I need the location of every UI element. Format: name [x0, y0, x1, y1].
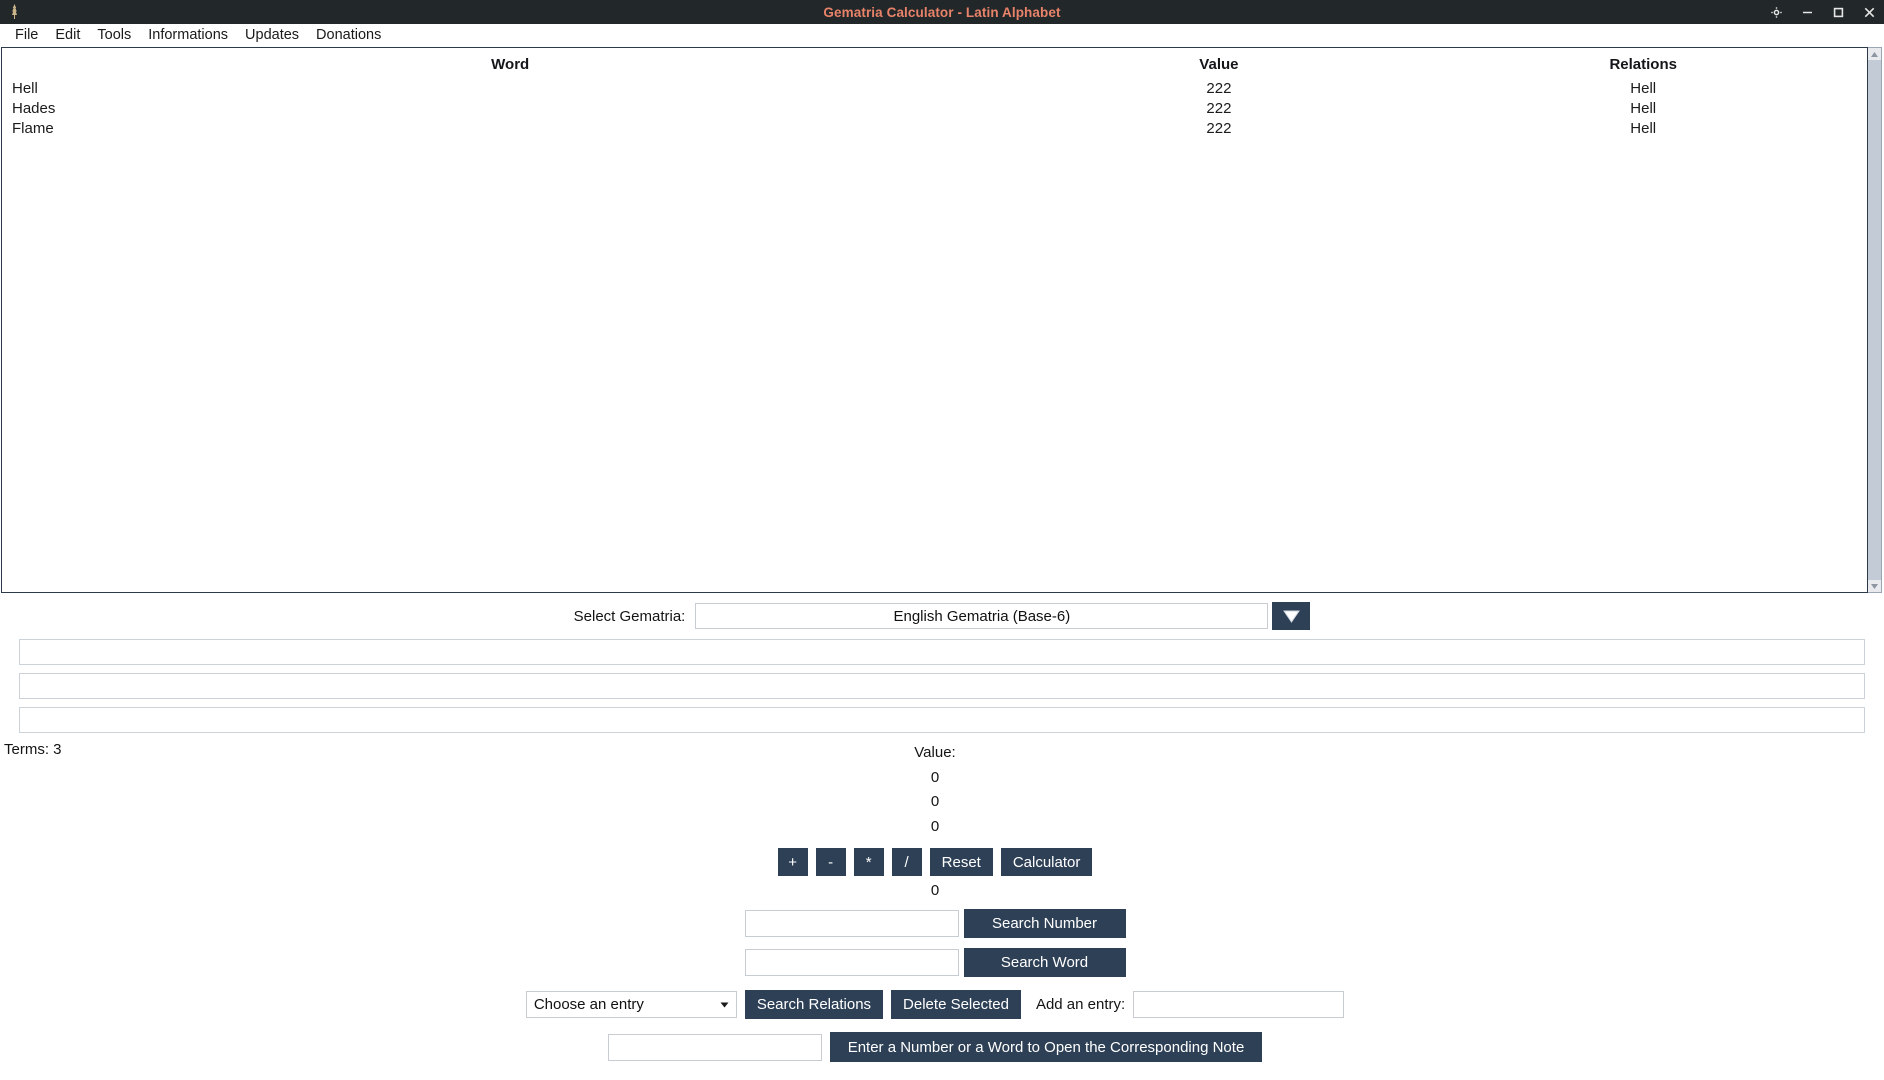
value-row-2: 0 — [930, 793, 940, 810]
app-feather-icon — [6, 3, 23, 20]
note-row: Enter a Number or a Word to Open the Cor… — [0, 1032, 1877, 1062]
multiply-button[interactable]: * — [853, 848, 884, 876]
scroll-down-icon[interactable] — [1868, 580, 1881, 592]
value-header: Value: — [914, 744, 956, 761]
cell-word: Hades — [12, 100, 56, 117]
expression-fields — [19, 639, 1865, 733]
cell-value: 222 — [1206, 80, 1232, 97]
add-entry-label: Add an entry: — [1035, 996, 1126, 1013]
results-scrollbar[interactable] — [1868, 47, 1882, 593]
value-row-3: 0 — [930, 817, 940, 835]
search-word-input[interactable] — [744, 949, 959, 976]
table-body: Hell 222 Hell Hades 222 Hell Flame 222 H… — [2, 79, 1867, 139]
open-note-button[interactable]: Enter a Number or a Word to Open the Cor… — [829, 1032, 1263, 1062]
settings-icon[interactable] — [1770, 6, 1783, 19]
divide-button[interactable]: / — [891, 848, 922, 876]
entry-row: Choose an entry Search Relations Delete … — [0, 990, 1877, 1019]
table-row[interactable]: Hades 222 Hell — [2, 99, 1867, 119]
value-row-1: 0 — [930, 768, 940, 786]
cell-value: 222 — [1206, 120, 1232, 137]
expression-field-3[interactable] — [19, 707, 1865, 733]
summary-block: Terms: 3 Value: 0 0 0 — [0, 741, 1884, 849]
triangle-down-icon[interactable] — [1272, 602, 1311, 630]
plus-button[interactable]: + — [777, 848, 808, 876]
delete-selected-button[interactable]: Delete Selected — [891, 990, 1021, 1019]
cell-relations: Hell — [1630, 120, 1657, 137]
add-entry-input[interactable] — [1133, 991, 1345, 1018]
choose-entry-value: Choose an entry — [533, 996, 644, 1013]
search-number-input[interactable] — [744, 910, 959, 937]
expression-field-2[interactable] — [19, 673, 1865, 699]
calculator-button[interactable]: Calculator — [1000, 848, 1093, 876]
choose-entry-select[interactable]: Choose an entry — [525, 991, 737, 1018]
table-header-row: Word Value Relations — [2, 48, 1867, 79]
table-row[interactable]: Hell 222 Hell — [2, 79, 1867, 99]
maximize-icon[interactable] — [1832, 6, 1845, 19]
cell-relations: Hell — [1630, 100, 1657, 117]
reset-button[interactable]: Reset — [929, 848, 993, 876]
cell-relations: Hell — [1630, 80, 1657, 97]
calculator-buttons: + - * / Reset Calculator — [0, 848, 1877, 876]
table-row[interactable]: Flame 222 Hell — [2, 119, 1867, 139]
search-word-button[interactable]: Search Word — [963, 948, 1126, 977]
gematria-select[interactable]: English Gematria (Base-6) — [695, 603, 1269, 629]
column-header-word[interactable]: Word — [2, 48, 1018, 79]
menu-item-tools[interactable]: Tools — [89, 26, 140, 45]
menu-item-informations[interactable]: Informations — [140, 26, 237, 45]
title-bar: Gematria Calculator - Latin Alphabet — [0, 0, 1884, 24]
search-number-row: Search Number — [0, 909, 1877, 938]
column-header-value[interactable]: Value — [1018, 48, 1419, 79]
menu-bar: File Edit Tools Informations Updates Don… — [0, 24, 1884, 46]
calculator-total: 0 — [930, 882, 940, 899]
window-title: Gematria Calculator - Latin Alphabet — [823, 4, 1061, 20]
value-column: Value: 0 0 0 — [0, 741, 1884, 839]
gematria-selector-row: Select Gematria: English Gematria (Base-… — [0, 599, 1884, 633]
caret-down-icon — [720, 995, 729, 1012]
close-icon[interactable] — [1863, 6, 1876, 19]
menu-item-edit[interactable]: Edit — [47, 26, 89, 45]
menu-item-updates[interactable]: Updates — [237, 26, 308, 45]
results-table: Word Value Relations Hell 222 Hell Hades… — [2, 48, 1867, 139]
search-relations-button[interactable]: Search Relations — [744, 990, 884, 1019]
cell-word: Hell — [12, 80, 38, 97]
expression-field-1[interactable] — [19, 639, 1865, 665]
search-number-button[interactable]: Search Number — [963, 909, 1126, 938]
gematria-label: Select Gematria: — [573, 607, 686, 625]
cell-word: Flame — [12, 120, 54, 137]
note-input[interactable] — [607, 1033, 822, 1061]
search-word-row: Search Word — [0, 948, 1877, 977]
minus-button[interactable]: - — [815, 848, 846, 876]
results-list[interactable]: Word Value Relations Hell 222 Hell Hades… — [1, 47, 1868, 593]
menu-item-donations[interactable]: Donations — [308, 26, 390, 45]
menu-item-file[interactable]: File — [7, 26, 47, 45]
scroll-up-icon[interactable] — [1868, 48, 1881, 60]
cell-value: 222 — [1206, 100, 1232, 117]
results-panel: Word Value Relations Hell 222 Hell Hades… — [1, 47, 1882, 593]
window-controls — [1770, 0, 1876, 24]
column-header-relations[interactable]: Relations — [1419, 48, 1867, 79]
minimize-icon[interactable] — [1801, 6, 1814, 19]
